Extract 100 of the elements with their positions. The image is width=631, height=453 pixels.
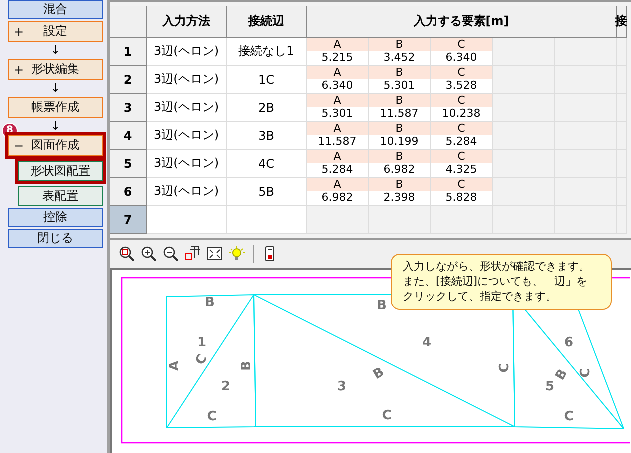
table-cell: [555, 38, 617, 66]
table-cell: 3B: [227, 122, 307, 150]
edge-label: 4: [422, 336, 432, 351]
element-label: A: [307, 178, 368, 191]
edge-label: B: [370, 365, 388, 384]
down-arrow: ↓: [50, 120, 61, 133]
element-value: 11.587: [379, 107, 420, 121]
table-cell: [493, 206, 555, 234]
zoom-in-icon[interactable]: [141, 246, 157, 262]
element-value: 3.452: [382, 51, 416, 65]
element-value: 4.325: [444, 163, 478, 177]
sidebar-button[interactable]: 閉じる: [8, 229, 103, 248]
column-header: 接続辺: [227, 6, 307, 38]
edge-label: C: [207, 410, 217, 425]
edge-label: C: [578, 368, 594, 378]
edge-label: A: [168, 360, 183, 372]
row-header[interactable]: 7: [110, 206, 147, 234]
down-arrow: ↓: [50, 82, 61, 95]
tooltip-text: 入力しながら、形状が確認できます。: [403, 259, 590, 274]
row-header[interactable]: 5: [110, 150, 147, 178]
element-value: 6.340: [444, 51, 478, 65]
edge-label: B: [205, 296, 215, 311]
row-header[interactable]: 6: [110, 178, 147, 206]
element-label: C: [431, 66, 492, 79]
element-label: C: [431, 38, 492, 51]
sub-step-button[interactable]: 表配置: [18, 186, 103, 206]
element-label: A: [307, 94, 368, 107]
element-label: B: [369, 150, 430, 163]
element-label: B: [369, 38, 430, 51]
step-button[interactable]: + 設定: [8, 21, 103, 42]
edge-label: 6: [564, 336, 574, 351]
edge-label: B: [377, 298, 387, 314]
table-cell: 3辺(ヘロン): [147, 66, 227, 94]
sub-step-button[interactable]: 形状図配置: [18, 161, 103, 181]
step-button[interactable]: − 図面作成: [8, 135, 103, 156]
element-label: A: [307, 38, 368, 51]
element-value: 6.982: [382, 163, 416, 177]
edge-label: B: [240, 361, 255, 371]
element-value: 5.301: [382, 79, 416, 93]
element-value: 5.301: [320, 107, 354, 121]
edge-label: 5: [545, 380, 555, 395]
element-label: A: [307, 66, 368, 79]
element-value: 10.238: [441, 107, 482, 121]
element-value: 6.340: [320, 79, 354, 93]
element-value: 6.982: [320, 191, 354, 205]
sidebar-button[interactable]: 混合: [8, 0, 103, 19]
table-cell: 3辺(ヘロン): [147, 150, 227, 178]
element-value: 5.215: [320, 51, 354, 65]
element-value: 5.284: [320, 163, 354, 177]
sidebar-button[interactable]: 控除: [8, 208, 103, 227]
table-cell: 5B: [227, 178, 307, 206]
element-label: B: [369, 178, 430, 191]
edge-label: C: [193, 352, 211, 368]
edge-label: 3: [337, 380, 347, 395]
table-cell: 3辺(ヘロン): [147, 38, 227, 66]
table-cell: 3辺(ヘロン): [147, 94, 227, 122]
row-header[interactable]: 3: [110, 94, 147, 122]
element-value: 11.587: [317, 135, 358, 149]
column-header: 入力方法: [147, 6, 227, 38]
tooltip-text: クリックして、指定できます。: [403, 289, 557, 304]
table-cell: 3辺(ヘロン): [147, 178, 227, 206]
column-header: 接: [617, 6, 627, 38]
lightbulb-icon[interactable]: [229, 246, 245, 262]
tooltip-text: また、[接続辺]についても、「辺」を: [403, 274, 588, 289]
table-cell: 3辺(ヘロン): [147, 122, 227, 150]
table-cell: 2B: [227, 94, 307, 122]
step-button[interactable]: 帳票作成: [8, 97, 103, 118]
edge-label: B: [553, 366, 572, 384]
element-value: 2.398: [382, 191, 416, 205]
down-arrow: ↓: [50, 44, 61, 57]
table-cell: [617, 38, 627, 66]
element-value: 5.284: [444, 135, 478, 149]
element-value: 10.199: [379, 135, 420, 149]
element-label: C: [431, 122, 492, 135]
fit-frame-icon[interactable]: [207, 246, 223, 262]
table-cell: 4C: [227, 150, 307, 178]
element-label: B: [369, 94, 430, 107]
element-label: A: [307, 150, 368, 163]
element-value: 5.828: [444, 191, 478, 205]
row-header[interactable]: 2: [110, 66, 147, 94]
row-header[interactable]: 1: [110, 38, 147, 66]
crosshair-icon[interactable]: [185, 246, 201, 262]
element-label: A: [307, 122, 368, 135]
step-button[interactable]: + 形状編集: [8, 59, 103, 80]
zoom-fit-icon[interactable]: [119, 246, 135, 262]
element-label: C: [431, 94, 492, 107]
edge-label: C: [498, 363, 513, 373]
edge-label: C: [564, 410, 574, 425]
edge-label: 1: [197, 336, 207, 351]
element-label: B: [369, 66, 430, 79]
table-cell: 接続なし1: [227, 38, 307, 66]
edge-label: 2: [221, 380, 231, 395]
row-header[interactable]: 4: [110, 122, 147, 150]
zoom-out-icon[interactable]: [163, 246, 179, 262]
table-cell: 1C: [227, 66, 307, 94]
element-value: 3.528: [444, 79, 478, 93]
element-label: C: [431, 150, 492, 163]
edge-label: C: [382, 408, 392, 424]
element-label: B: [369, 122, 430, 135]
element-label: C: [431, 178, 492, 191]
